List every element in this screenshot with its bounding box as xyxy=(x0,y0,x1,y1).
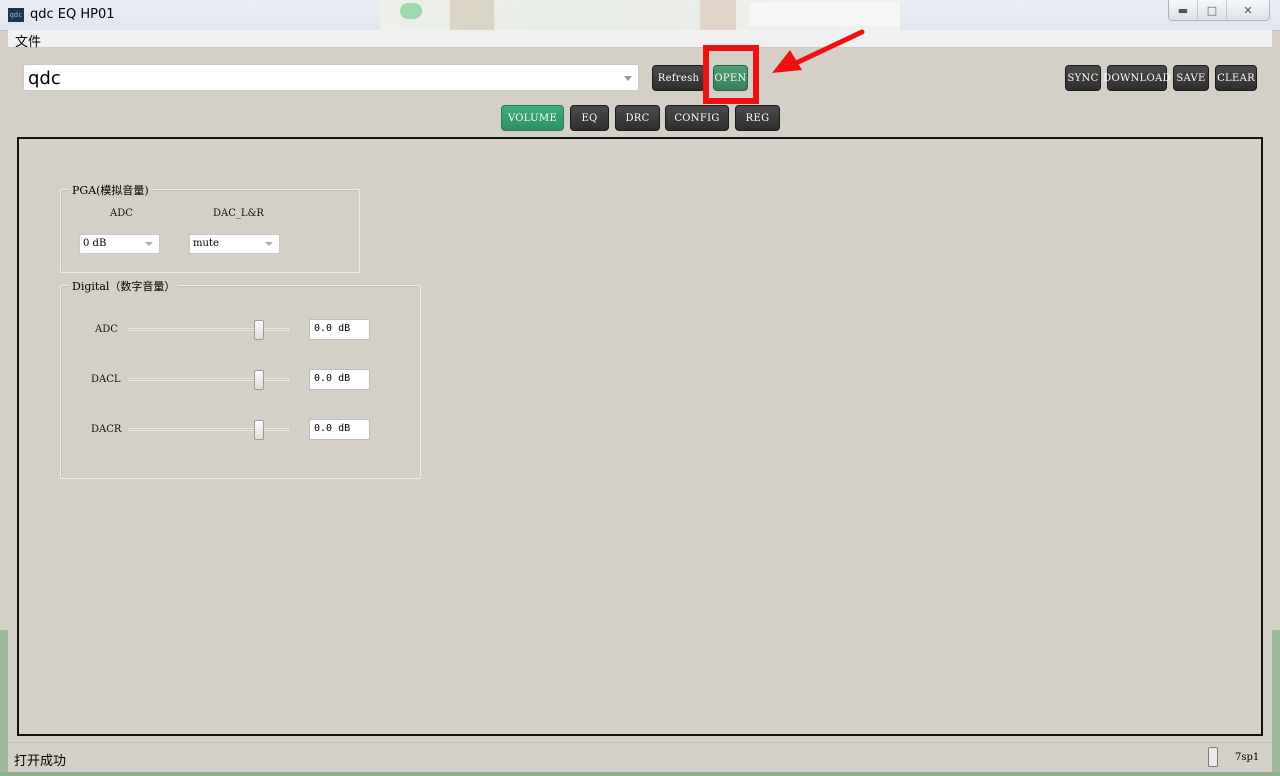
digital-dacl-value: 0.0 dB xyxy=(314,373,351,384)
digital-dacr-label: DACR xyxy=(91,424,122,435)
pga-adc-select-value: 0 dB xyxy=(83,238,107,249)
tab-drc[interactable]: DRC xyxy=(615,105,660,131)
minimize-button[interactable]: ▬ xyxy=(1169,0,1198,20)
digital-dacr-value: 0.0 dB xyxy=(314,423,351,434)
annotation-arrow-icon xyxy=(772,29,865,73)
digital-dacr-slider-handle[interactable] xyxy=(254,420,264,440)
app-icon: qdc xyxy=(8,8,24,22)
menu-bar: 文件 xyxy=(8,30,1272,50)
status-version: 7sp1 xyxy=(1235,752,1260,763)
digital-dacl-slider-handle[interactable] xyxy=(254,370,264,390)
digital-adc-label: ADC xyxy=(95,324,118,335)
digital-dacl-slider[interactable] xyxy=(129,378,289,381)
chevron-down-icon xyxy=(265,242,273,246)
pga-group-title: PGA(模拟音量) xyxy=(69,182,152,198)
digital-adc-value-field[interactable]: 0.0 dB xyxy=(309,319,370,340)
chevron-down-icon xyxy=(624,76,632,81)
chevron-down-icon xyxy=(145,242,153,246)
maximize-button[interactable]: □ xyxy=(1198,0,1227,20)
tab-config[interactable]: CONFIG xyxy=(665,105,729,131)
digital-dacl-value-field[interactable]: 0.0 dB xyxy=(309,369,370,390)
device-select[interactable]: qdc xyxy=(23,64,639,91)
pga-adc-label: ADC xyxy=(110,208,133,219)
digital-dacl-label: DACL xyxy=(91,374,121,385)
window-titlebar: qdc qdc EQ HP01 ▬ □ ✕ xyxy=(0,0,1280,31)
bg-decoration xyxy=(700,0,736,30)
annotation-highlight-box xyxy=(703,45,759,104)
save-button[interactable]: SAVE xyxy=(1173,65,1209,91)
desktop-background xyxy=(1272,630,1280,776)
digital-adc-slider-handle[interactable] xyxy=(254,320,264,340)
bg-decoration xyxy=(750,2,900,26)
background-window-strip xyxy=(380,0,900,30)
status-indicator xyxy=(1208,747,1218,767)
pga-group: PGA(模拟音量) xyxy=(60,182,360,273)
desktop-background xyxy=(0,772,1280,776)
clear-button[interactable]: CLEAR xyxy=(1215,65,1257,91)
digital-adc-slider[interactable] xyxy=(129,328,289,331)
close-button[interactable]: ✕ xyxy=(1227,0,1269,20)
pga-dac-label: DAC_L&R xyxy=(213,208,264,219)
pga-adc-select[interactable]: 0 dB xyxy=(79,234,160,254)
status-message: 打开成功 xyxy=(14,754,67,769)
status-bar: 打开成功 7sp1 xyxy=(8,742,1272,773)
desktop-background xyxy=(0,630,8,776)
refresh-button[interactable]: Refresh xyxy=(652,65,705,91)
pga-dac-select[interactable]: mute xyxy=(189,234,280,254)
digital-dacr-slider[interactable] xyxy=(129,428,289,431)
digital-dacr-value-field[interactable]: 0.0 dB xyxy=(309,419,370,440)
pga-dac-select-value: mute xyxy=(193,238,219,249)
window-controls: ▬ □ ✕ xyxy=(1168,0,1270,21)
bg-decoration xyxy=(450,0,494,30)
digital-adc-value: 0.0 dB xyxy=(314,323,351,334)
download-button[interactable]: DOWNLOAD xyxy=(1103,65,1171,91)
digital-group-title: Digital（数字音量） xyxy=(69,278,179,294)
device-select-value: qdc xyxy=(28,68,61,89)
tab-reg[interactable]: REG xyxy=(735,105,780,131)
tab-eq[interactable]: EQ xyxy=(570,105,609,131)
tab-volume[interactable]: VOLUME xyxy=(501,105,564,131)
bg-decoration xyxy=(400,3,422,19)
sync-button[interactable]: SYNC xyxy=(1065,65,1101,91)
window-title: qdc EQ HP01 xyxy=(30,7,115,22)
